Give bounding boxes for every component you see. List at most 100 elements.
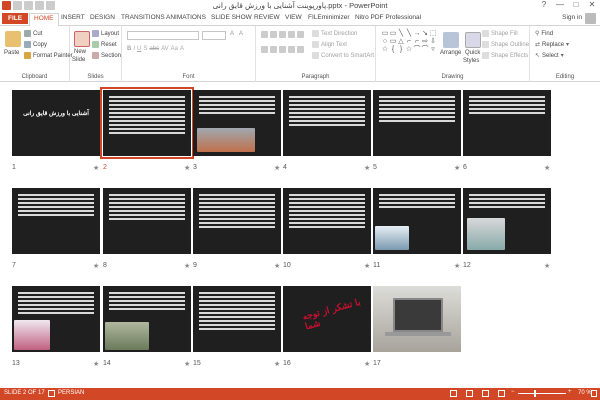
shapes-gallery[interactable]: ▭ ▭ ╲ ╲ → ↘ ⬚ ○ ▭ △ ⌐ ⌐ ⇨ ⇩ ☆{} ☆ ⌒ ⌒ ▿ (381, 30, 437, 64)
align-buttons[interactable] (261, 46, 304, 53)
slide-thumbnail[interactable] (283, 90, 371, 156)
shape-icon[interactable]: ╲ (397, 30, 405, 38)
replace-button[interactable]: ⇄ Replace ▾ (535, 41, 569, 49)
shape-icon[interactable]: ☆ (405, 46, 413, 54)
fit-to-window-icon[interactable] (591, 390, 597, 397)
increase-indent-icon[interactable] (288, 31, 295, 38)
slide-thumbnail[interactable]: با تشکر از توجه شما (283, 286, 371, 352)
shadow-icon[interactable]: S (143, 46, 147, 52)
italic-icon[interactable]: I (133, 46, 135, 52)
text-direction-button[interactable]: Text Direction (312, 30, 357, 37)
shape-icon[interactable]: ▭ (381, 30, 389, 38)
shape-icon[interactable]: ⌒ (413, 46, 421, 54)
convert-smartart-button[interactable]: Convert to SmartArt (312, 52, 374, 59)
tab-file[interactable]: FILE (2, 13, 29, 24)
slide-thumbnail[interactable] (373, 188, 461, 254)
reading-view-icon[interactable] (482, 390, 489, 397)
find-button[interactable]: ⚲ Find (535, 30, 553, 38)
slide-thumbnail[interactable] (103, 188, 191, 254)
slide-thumbnail[interactable] (193, 286, 281, 352)
slide-thumbnail[interactable] (373, 286, 461, 352)
shape-outline-button[interactable]: Shape Outline (482, 41, 529, 48)
minimize-button[interactable]: — (554, 0, 566, 9)
paste-button[interactable]: Paste (4, 50, 19, 56)
shape-icon[interactable]: { (389, 46, 397, 54)
shape-icon[interactable]: ╲ (405, 30, 413, 38)
tab-review[interactable]: REVIEW (254, 14, 280, 21)
align-center-icon[interactable] (270, 46, 277, 53)
maximize-button[interactable]: □ (570, 0, 582, 9)
shape-icon[interactable]: ↘ (421, 30, 429, 38)
font-color-icon[interactable]: A (180, 46, 184, 52)
tab-home[interactable]: HOME (29, 13, 59, 26)
zoom-in-icon[interactable]: + (568, 389, 572, 395)
zoom-slider[interactable] (518, 393, 566, 394)
slide-thumbnail[interactable] (12, 188, 100, 254)
zoom-level[interactable]: 70 % (578, 390, 592, 396)
shape-icon[interactable]: ▭ (389, 30, 397, 38)
grow-font-icon[interactable]: A (230, 31, 234, 37)
slide-thumbnail[interactable] (463, 188, 551, 254)
new-slide-button[interactable]: New (74, 49, 86, 55)
reset-button[interactable]: Reset (92, 41, 117, 48)
arrange-icon[interactable] (443, 32, 459, 48)
paste-icon[interactable] (5, 31, 21, 47)
underline-icon[interactable]: U (137, 46, 141, 52)
tab-design[interactable]: DESIGN (90, 14, 115, 21)
shape-icon[interactable]: ⇩ (429, 38, 437, 46)
char-spacing-icon[interactable]: AV (161, 46, 169, 52)
zoom-out-icon[interactable]: − (511, 389, 515, 395)
slide-thumbnail[interactable] (193, 188, 281, 254)
section-button[interactable]: Section (92, 52, 121, 59)
help-button[interactable]: ? (538, 0, 550, 9)
slide-thumbnail[interactable] (373, 90, 461, 156)
font-size-field[interactable] (202, 31, 226, 40)
shape-fill-button[interactable]: Shape Fill (482, 30, 518, 37)
slide-thumbnail-selected[interactable] (100, 87, 194, 159)
normal-view-icon[interactable] (450, 390, 457, 397)
shape-icon[interactable]: → (413, 30, 421, 38)
new-slide-icon[interactable] (74, 31, 90, 47)
tab-slide-show[interactable]: SLIDE SHOW (211, 14, 252, 21)
justify-icon[interactable] (288, 46, 295, 53)
slide-thumbnail[interactable] (193, 90, 281, 156)
strikethrough-icon[interactable]: abc (149, 46, 159, 52)
numbering-icon[interactable] (270, 31, 277, 38)
zoom-slider-thumb[interactable] (534, 390, 536, 397)
shape-icon[interactable]: ⇨ (421, 38, 429, 46)
shape-icon[interactable]: △ (397, 38, 405, 46)
align-left-icon[interactable] (261, 46, 268, 53)
slide-thumbnail[interactable]: آشنایی با ورزش قایق رانی (12, 90, 100, 156)
tab-view[interactable]: VIEW (285, 14, 302, 21)
shape-icon[interactable]: } (397, 46, 405, 54)
shape-icon[interactable]: ⬚ (429, 30, 437, 38)
tab-nitro-pdf[interactable]: Nitro PDF Professional (355, 14, 421, 21)
shape-icon[interactable]: ☆ (381, 46, 389, 54)
spelling-icon[interactable] (48, 390, 55, 397)
align-right-icon[interactable] (279, 46, 286, 53)
shrink-font-icon[interactable]: A (239, 31, 243, 37)
change-case-icon[interactable]: Aa (171, 46, 178, 52)
shape-icon[interactable]: ⌐ (413, 38, 421, 46)
bold-icon[interactable]: B (127, 46, 131, 52)
line-spacing-icon[interactable] (297, 31, 304, 38)
decrease-indent-icon[interactable] (279, 31, 286, 38)
tab-fileminimizer[interactable]: FILEminimizer (308, 14, 350, 21)
select-button[interactable]: ↖ Select ▾ (535, 52, 564, 60)
arrange-button[interactable]: Arrange (440, 50, 461, 56)
layout-button[interactable]: Layout (92, 30, 119, 37)
shape-icon[interactable]: ▿ (429, 46, 437, 54)
slide-thumbnail[interactable] (463, 90, 551, 156)
bullets-icon[interactable] (261, 31, 268, 38)
quick-styles-label2[interactable]: Styles (463, 58, 479, 64)
format-painter-button[interactable]: Format Painter (24, 52, 73, 59)
slide-show-view-icon[interactable] (498, 390, 505, 397)
cut-button[interactable]: Cut (24, 30, 42, 37)
sign-in-link[interactable]: Sign in (562, 14, 582, 21)
quick-styles-button[interactable]: Quick (465, 50, 480, 56)
tab-animations[interactable]: ANIMATIONS (166, 14, 206, 21)
shape-effects-button[interactable]: Shape Effects (482, 52, 528, 59)
slide-thumbnail[interactable] (12, 286, 100, 352)
slide-thumbnail[interactable] (283, 188, 371, 254)
columns-icon[interactable] (297, 46, 304, 53)
